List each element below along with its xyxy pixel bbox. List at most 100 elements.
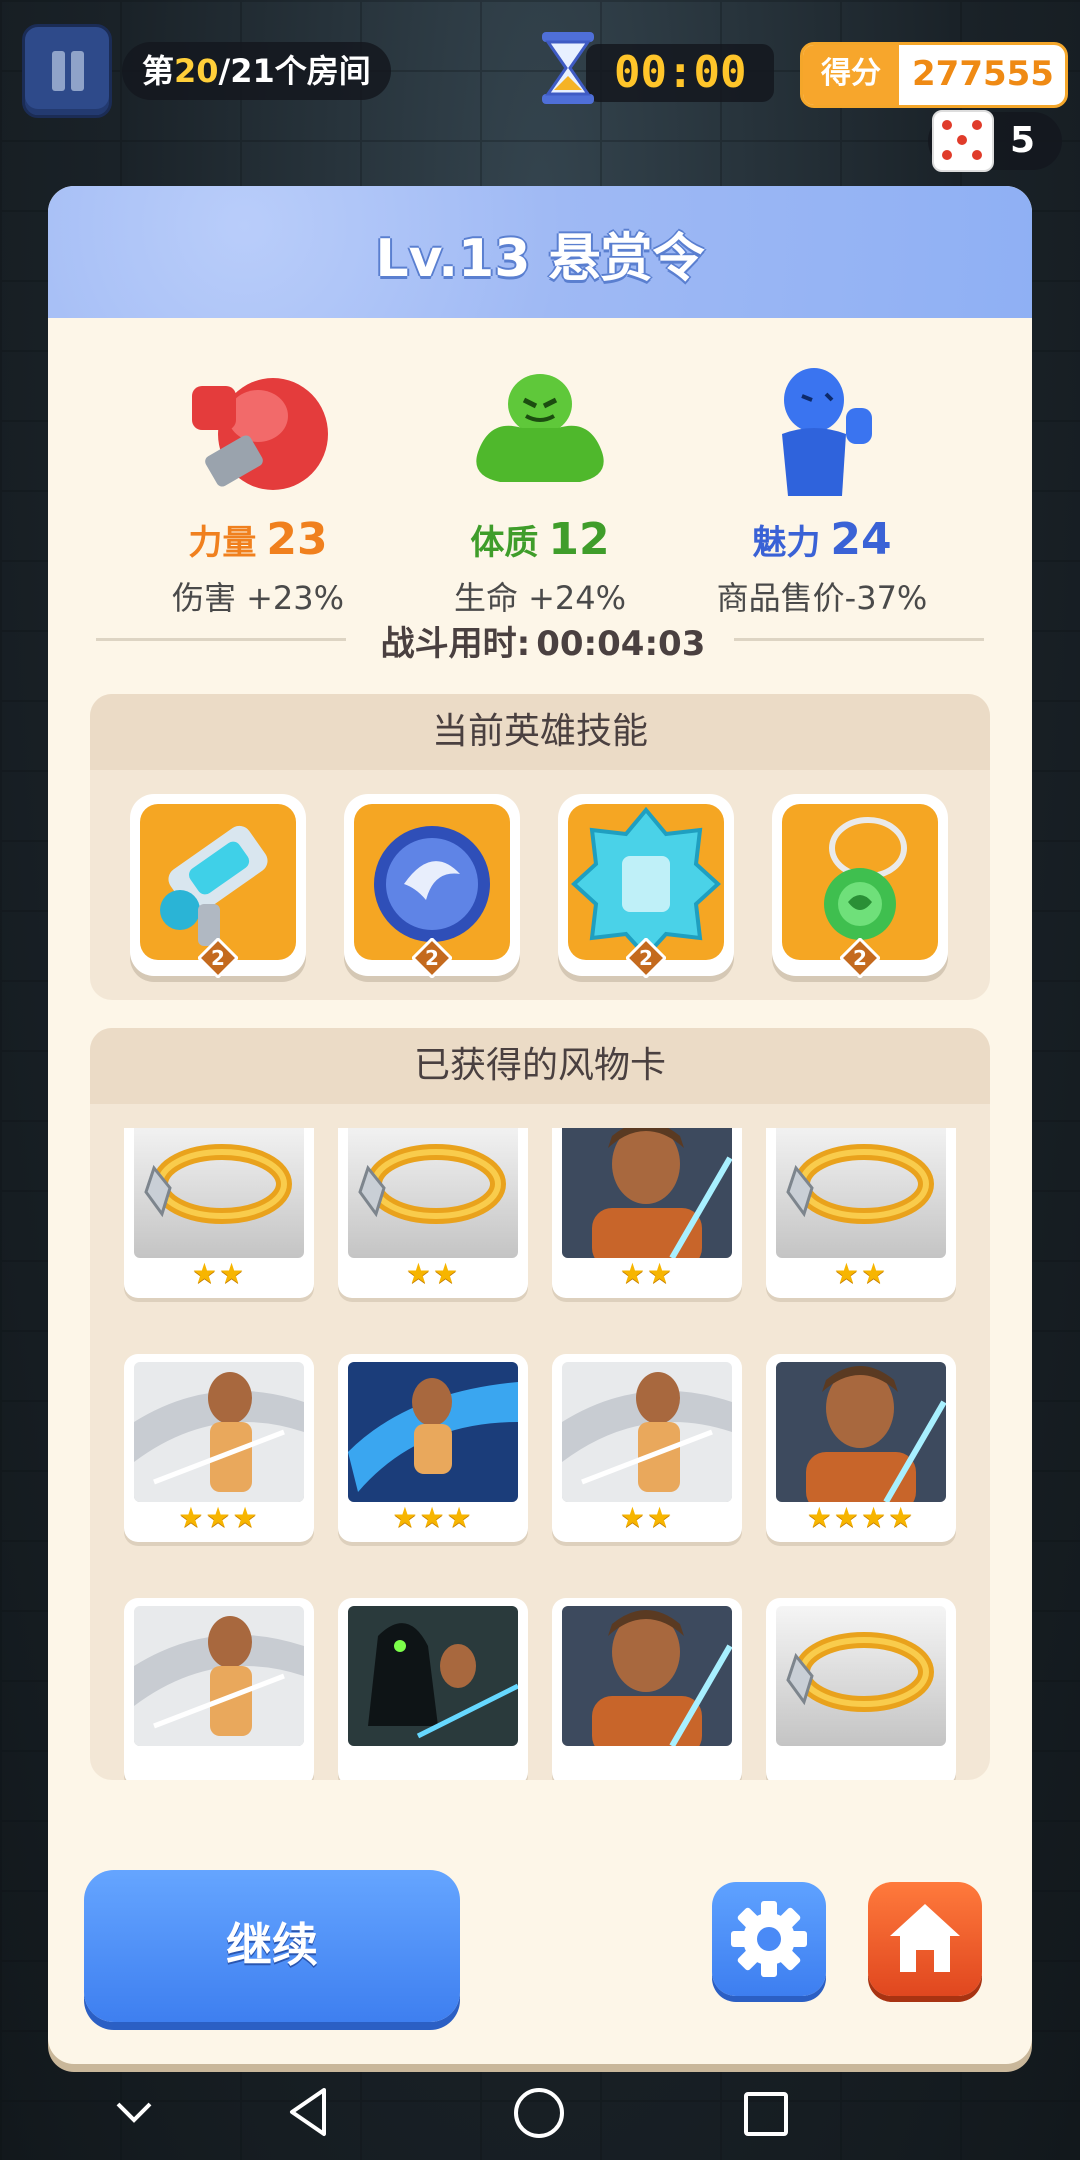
stat-name: 魅力 [752, 523, 821, 563]
svg-text:2: 2 [425, 946, 439, 970]
warrior-slash-icon [562, 1362, 732, 1502]
stat-effect: 商品售价-37% [716, 579, 928, 617]
star-rating: ★★ [405, 1257, 461, 1290]
warrior-portrait-icon [562, 1128, 732, 1258]
level-badge: 2 [840, 938, 880, 978]
skill-slot[interactable]: 2 [558, 794, 734, 978]
room-current: 20 [174, 52, 219, 90]
continue-button[interactable]: 继续 [84, 1870, 460, 2022]
home-button[interactable] [868, 1882, 982, 1996]
system-nav-bar [0, 2064, 1080, 2160]
warrior-slash-icon [134, 1606, 304, 1746]
ring-icon [134, 1128, 304, 1258]
warrior-slash-icon [134, 1362, 304, 1502]
ice-armor-icon [568, 804, 724, 960]
panel-header: Lv.13 悬赏令 [48, 186, 1032, 318]
star-rating: ★★★★ [806, 1501, 916, 1534]
relic-card[interactable] [766, 1598, 956, 1780]
warrior-portrait-icon [776, 1362, 946, 1502]
dice-count: 5 [1010, 120, 1036, 161]
relic-card[interactable]: ★★ [766, 1128, 956, 1298]
room-counter: 第20/21个房间 [122, 42, 391, 100]
stat-value: 23 [266, 514, 328, 565]
stat-value: 12 [548, 514, 610, 565]
boxing-glove-icon [192, 378, 328, 490]
level-badge: 2 [626, 938, 666, 978]
stat-effect: 生命 +24% [453, 579, 627, 617]
skill-slot[interactable]: 2 [130, 794, 306, 978]
pause-button[interactable] [22, 24, 112, 118]
relic-card[interactable]: ★★ [338, 1128, 528, 1298]
blaster-icon [140, 804, 296, 960]
bounty-panel: Lv.13 悬赏令 力量 23 伤害 +23% 体质 12 生命 +24% 魅力… [48, 186, 1032, 2064]
svg-text:2: 2 [639, 946, 653, 970]
room-prefix: 第 [142, 52, 175, 90]
stat-name: 体质 [470, 523, 539, 563]
skills-section: 当前英雄技能 2 2 2 2 [90, 694, 990, 1000]
room-suffix: 个房间 [274, 52, 371, 90]
stat-strength: 力量 23 伤害 +23% [108, 356, 408, 619]
settings-button[interactable] [712, 1882, 826, 1996]
battle-time: 战斗用时: 00:04:03 [48, 616, 1032, 665]
level-badge: 2 [412, 938, 452, 978]
dice-counter: 5 [928, 110, 1062, 172]
battle-time-label: 战斗用时: [380, 624, 531, 664]
relic-card[interactable] [552, 1598, 742, 1780]
stat-constitution: 体质 12 生命 +24% [390, 356, 690, 619]
timer-text: 00:00 [614, 47, 747, 98]
star-rating: ★★★ [178, 1501, 260, 1534]
relic-card[interactable]: ★★ [124, 1128, 314, 1298]
gear-icon [731, 1901, 807, 1977]
pause-icon [52, 51, 65, 91]
svg-text:2: 2 [211, 946, 225, 970]
score-box: 得分 277555 [800, 42, 1068, 108]
stat-effect: 伤害 +23% [171, 579, 345, 617]
nav-back-icon[interactable] [284, 2086, 332, 2138]
star-rating: ★★★ [392, 1501, 474, 1534]
warrior-portrait-icon [562, 1606, 732, 1746]
cards-grid: ★★ ★★ ★★ ★★ ★★★ ★★★ ★★ ★★★★ [90, 1128, 990, 1780]
relic-card[interactable]: ★★ [552, 1128, 742, 1298]
score-value: 277555 [912, 54, 1054, 94]
stat-charm: 魅力 24 商品售价-37% [672, 356, 972, 619]
green-muscle-man-icon [476, 374, 604, 482]
pendant-icon [782, 804, 938, 960]
warrior-wave-icon [348, 1362, 518, 1502]
star-rating: ★★ [833, 1257, 889, 1290]
svg-text:2: 2 [853, 946, 867, 970]
relic-card[interactable]: ★★★ [124, 1354, 314, 1542]
panel-title: Lv.13 悬赏令 [375, 229, 705, 289]
relic-card[interactable] [124, 1598, 314, 1780]
nav-recents-icon[interactable] [742, 2090, 790, 2138]
dice-icon [932, 110, 994, 172]
relic-card[interactable] [338, 1598, 528, 1780]
nav-collapse-icon[interactable] [112, 2092, 156, 2132]
ring-icon [776, 1128, 946, 1258]
cards-section: 已获得的风物卡 ★★ ★★ ★★ ★★ ★★★ ★★★ ★★ ★★★★ [90, 1028, 990, 1780]
star-rating: ★★ [619, 1257, 675, 1290]
cards-header: 已获得的风物卡 [90, 1028, 990, 1104]
nav-home-icon[interactable] [512, 2086, 566, 2140]
home-icon [890, 1904, 960, 1972]
skill-slot[interactable]: 2 [772, 794, 948, 978]
timer: 00:00 [536, 30, 774, 104]
room-total: /21 [218, 52, 275, 90]
ring-icon [348, 1128, 518, 1258]
ring-icon [776, 1606, 946, 1746]
level-badge: 2 [198, 938, 238, 978]
hourglass-icon [542, 32, 594, 104]
star-rating: ★★ [619, 1501, 675, 1534]
stat-value: 24 [830, 514, 892, 565]
skills-header: 当前英雄技能 [90, 694, 990, 770]
star-rating: ★★ [191, 1257, 247, 1290]
relic-card[interactable]: ★★ [552, 1354, 742, 1542]
score-label: 得分 [803, 45, 899, 105]
orb-icon [354, 804, 510, 960]
battle-time-value: 00:04:03 [536, 624, 706, 664]
shadow-clash-icon [348, 1606, 518, 1746]
relic-card[interactable]: ★★★★ [766, 1354, 956, 1542]
relic-card[interactable]: ★★★ [338, 1354, 528, 1542]
skill-slot[interactable]: 2 [344, 794, 520, 978]
blue-thumbs-up-man-icon [782, 368, 872, 496]
stat-name: 力量 [188, 523, 257, 563]
